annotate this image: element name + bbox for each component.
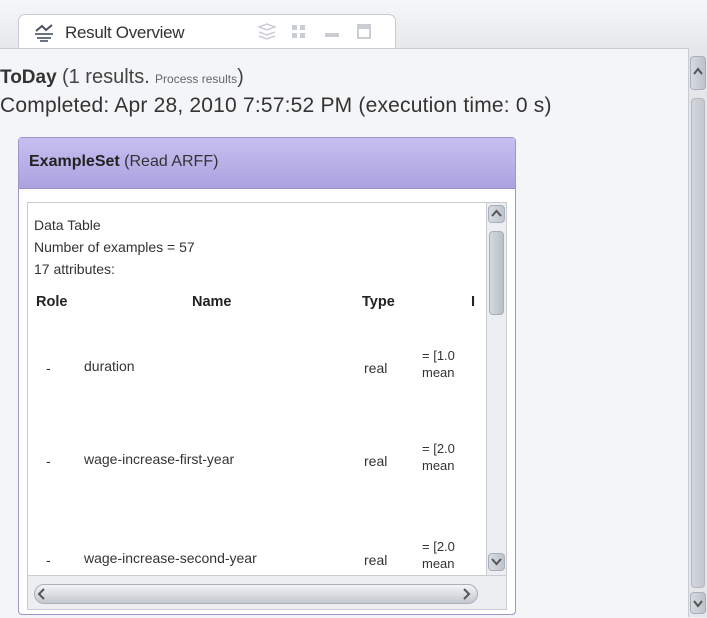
- minimize-icon[interactable]: [322, 23, 342, 41]
- chevron-down-icon: [693, 600, 703, 608]
- card-title-source: (Read ARFF): [124, 153, 219, 170]
- process-header: ToDay (1 results. Process results): [0, 66, 244, 89]
- result-count: (1 results.: [61, 66, 150, 88]
- row-stat-mean: mean: [422, 365, 455, 380]
- row-stat-mean: mean: [422, 458, 455, 473]
- panel-scroll-thumb[interactable]: [691, 98, 705, 588]
- row-role: -: [46, 360, 51, 376]
- row-role: -: [46, 552, 51, 568]
- horizontal-scroll-thumb[interactable]: [34, 584, 478, 604]
- card-header[interactable]: ExampleSet (Read ARFF): [19, 138, 515, 189]
- chevron-up-icon: [491, 209, 502, 217]
- column-header-type: Type: [362, 294, 395, 310]
- data-table-view: Data Table Number of examples = 57 17 at…: [27, 202, 507, 610]
- row-stat-range: = [1.0: [422, 348, 455, 363]
- row-stats: = [1.0 mean: [422, 347, 455, 381]
- row-type: real: [364, 552, 388, 568]
- process-name[interactable]: ToDay: [0, 67, 57, 88]
- table-horizontal-scrollbar[interactable]: [28, 575, 506, 609]
- table-type: Data Table: [34, 217, 101, 233]
- column-header-role: Role: [36, 294, 68, 310]
- result-overview-icon: [33, 23, 55, 43]
- tab-toolbar: [256, 23, 382, 43]
- row-name: wage-increase-first-year: [84, 451, 235, 467]
- process-results-link[interactable]: Process results: [155, 72, 237, 86]
- chevron-left-icon[interactable]: [36, 587, 48, 601]
- completed-status: Completed: Apr 28, 2010 7:57:52 PM (exec…: [0, 94, 552, 117]
- chevron-down-icon: [491, 558, 502, 566]
- column-header-stats: I: [471, 294, 476, 310]
- grid-icon[interactable]: [289, 23, 309, 41]
- card-title-main: ExampleSet: [29, 153, 120, 170]
- tab-bar: Result Overview: [0, 0, 707, 48]
- row-type: real: [364, 453, 388, 469]
- chevron-up-icon: [693, 67, 703, 75]
- table-viewport: Data Table Number of examples = 57 17 at…: [28, 203, 486, 575]
- scroll-down-button[interactable]: [488, 553, 505, 571]
- close-paren: ): [237, 66, 244, 88]
- tab-label: Result Overview: [65, 23, 185, 42]
- row-role: -: [46, 453, 51, 469]
- row-stat-mean: mean: [422, 556, 455, 571]
- row-stat-range: = [2.0: [422, 441, 455, 456]
- scroll-up-button[interactable]: [488, 205, 505, 223]
- row-name: wage-increase-second-year: [84, 550, 257, 566]
- column-header-name: Name: [192, 294, 232, 310]
- maximize-icon[interactable]: [354, 23, 374, 41]
- panel-scroll-down-button[interactable]: [690, 592, 706, 614]
- row-stats: = [2.0 mean: [422, 440, 455, 474]
- row-name: duration: [84, 358, 135, 374]
- attribute-count: 17 attributes:: [34, 261, 115, 277]
- chevron-right-icon[interactable]: [460, 587, 472, 601]
- tab-result-overview[interactable]: Result Overview: [18, 14, 396, 48]
- vertical-scroll-thumb[interactable]: [489, 231, 504, 315]
- row-stats: = [2.0 mean: [422, 538, 455, 572]
- exampleset-card: ExampleSet (Read ARFF) Data Table Number…: [18, 137, 516, 615]
- panel-scroll-up-button[interactable]: [690, 56, 706, 90]
- row-stat-range: = [2.0: [422, 539, 455, 554]
- layout-icon[interactable]: [256, 23, 278, 41]
- panel-vertical-scrollbar[interactable]: [688, 48, 707, 617]
- card-title: ExampleSet (Read ARFF): [29, 153, 218, 171]
- result-overview-panel: ToDay (1 results. Process results) Compl…: [0, 48, 688, 618]
- example-count: Number of examples = 57: [34, 239, 195, 255]
- row-type: real: [364, 360, 388, 376]
- table-vertical-scrollbar[interactable]: [486, 203, 506, 575]
